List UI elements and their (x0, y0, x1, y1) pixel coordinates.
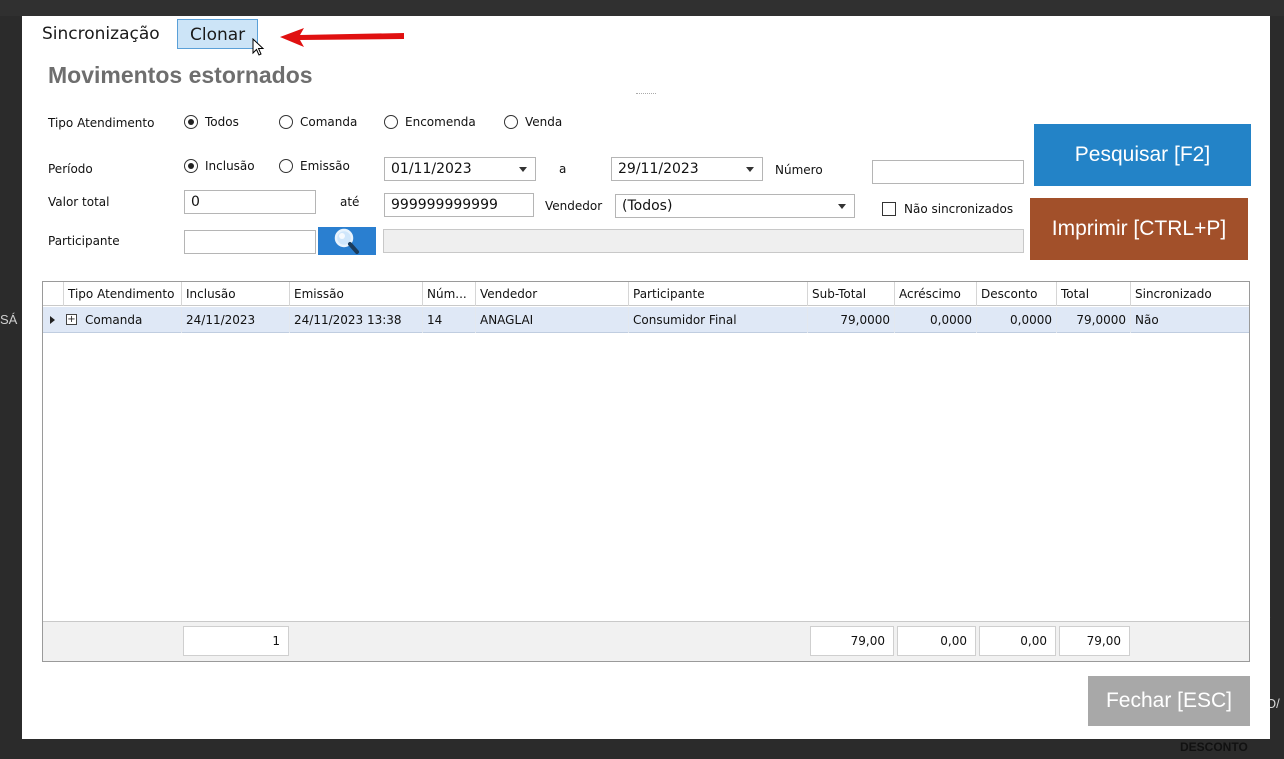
footer-count: 1 (183, 626, 289, 656)
tipo-atendimento-label: Tipo Atendimento (48, 116, 155, 130)
date-from-value: 01/11/2023 (391, 161, 472, 177)
valor-separator: até (340, 195, 360, 209)
participante-code-input[interactable] (184, 230, 316, 254)
radio-checked-icon (184, 159, 198, 173)
column-emissao[interactable]: Emissão (290, 282, 423, 306)
table-row[interactable]: + Comanda 24/11/2023 24/11/2023 13:38 14… (43, 307, 1249, 333)
column-desconto[interactable]: Desconto (977, 282, 1057, 306)
fechar-button[interactable]: Fechar [ESC] (1088, 676, 1250, 726)
cell-participante: Consumidor Final (629, 307, 808, 333)
grid-footer: 1 79,00 0,00 0,00 79,00 (43, 621, 1249, 661)
annotation-arrow-icon (280, 28, 404, 47)
footer-acrescimo: 0,00 (897, 626, 976, 656)
nao-sincronizados-label: Não sincronizados (904, 202, 1014, 216)
radio-unchecked-icon (279, 159, 293, 173)
menubar: Sincronização Clonar (22, 16, 1270, 52)
results-grid: Tipo Atendimento Inclusão Emissão Núm...… (42, 281, 1250, 662)
page-title: Movimentos estornados (48, 62, 313, 88)
column-acrescimo[interactable]: Acréscimo (895, 282, 977, 306)
chevron-down-icon[interactable] (746, 167, 754, 172)
pesquisar-button[interactable]: Pesquisar [F2] (1034, 124, 1251, 186)
background-top-bar (0, 0, 1284, 16)
cell-total: 79,0000 (1057, 307, 1131, 333)
mouse-cursor-icon (252, 38, 265, 56)
expand-plus-icon[interactable]: + (66, 314, 77, 325)
menu-clonar[interactable]: Clonar (177, 19, 259, 49)
footer-total: 79,00 (1059, 626, 1130, 656)
cell-subtotal: 79,0000 (808, 307, 895, 333)
radio-encomenda-label: Encomenda (405, 115, 476, 129)
radio-inclusao[interactable]: Inclusão (184, 159, 255, 173)
column-total[interactable]: Total (1057, 282, 1131, 306)
vendedor-label: Vendedor (545, 199, 603, 213)
radio-unchecked-icon (384, 115, 398, 129)
chevron-down-icon[interactable] (519, 167, 527, 172)
cell-sincronizado: Não (1135, 313, 1159, 327)
chevron-down-icon[interactable] (838, 204, 846, 209)
vendedor-value: (Todos) (622, 198, 673, 214)
menu-sincronizacao[interactable]: Sincronização (30, 19, 172, 49)
cell-inclusao: 24/11/2023 (182, 307, 290, 333)
radio-emissao[interactable]: Emissão (279, 159, 350, 173)
column-subtotal[interactable]: Sub-Total (808, 282, 895, 306)
radio-venda-label: Venda (525, 115, 563, 129)
grid-header-indicator (43, 282, 64, 306)
magnifier-icon (334, 228, 359, 254)
date-separator: a (559, 162, 567, 176)
imprimir-button[interactable]: Imprimir [CTRL+P] (1030, 198, 1248, 260)
radio-comanda[interactable]: Comanda (279, 115, 357, 129)
valor-total-label: Valor total (48, 195, 110, 209)
background-desconto-label: DESCONTO (1180, 740, 1248, 754)
cell-numero: 14 (423, 307, 476, 333)
footer-desconto: 0,00 (979, 626, 1056, 656)
column-participante[interactable]: Participante (629, 282, 808, 306)
column-vendedor[interactable]: Vendedor (476, 282, 629, 306)
date-to-picker[interactable]: 29/11/2023 (611, 157, 763, 181)
radio-todos[interactable]: Todos (184, 115, 239, 129)
periodo-label: Período (48, 162, 93, 176)
date-to-value: 29/11/2023 (618, 161, 699, 177)
cell-tipo: Comanda (81, 307, 182, 333)
radio-unchecked-icon (279, 115, 293, 129)
numero-input[interactable] (872, 160, 1024, 184)
nao-sincronizados-checkbox[interactable]: Não sincronizados (882, 202, 1013, 216)
column-sincronizado[interactable]: Sincronizado (1131, 282, 1249, 306)
column-tipo-atendimento[interactable]: Tipo Atendimento (64, 282, 182, 306)
column-inclusao[interactable]: Inclusão (182, 282, 290, 306)
footer-subtotal: 79,00 (810, 626, 894, 656)
valor-to-input[interactable]: 999999999999 (384, 193, 534, 217)
radio-unchecked-icon (504, 115, 518, 129)
radio-checked-icon (184, 115, 198, 129)
background-left-fragment: SÁ (0, 312, 18, 327)
checkbox-unchecked-icon (882, 202, 896, 216)
cell-acrescimo: 0,0000 (895, 307, 977, 333)
column-numero[interactable]: Núm... (423, 282, 476, 306)
date-from-picker[interactable]: 01/11/2023 (384, 157, 536, 181)
vendedor-select[interactable]: (Todos) (615, 194, 855, 218)
radio-venda[interactable]: Venda (504, 115, 562, 129)
radio-emissao-label: Emissão (300, 159, 350, 173)
participante-search-button[interactable] (318, 227, 376, 255)
radio-inclusao-label: Inclusão (205, 159, 255, 173)
cell-emissao: 24/11/2023 13:38 (290, 307, 423, 333)
resize-grip[interactable] (636, 93, 656, 95)
radio-encomenda[interactable]: Encomenda (384, 115, 476, 129)
grid-header: Tipo Atendimento Inclusão Emissão Núm...… (43, 282, 1249, 306)
participante-label: Participante (48, 234, 120, 248)
movimentos-estornados-dialog: Sincronização Clonar Movimentos estornad… (22, 16, 1270, 739)
radio-todos-label: Todos (205, 115, 239, 129)
numero-label: Número (775, 163, 823, 177)
cell-vendedor: ANAGLAI (476, 307, 629, 333)
cell-desconto: 0,0000 (977, 307, 1057, 333)
valor-from-input[interactable]: 0 (184, 190, 316, 214)
participante-name-field (383, 229, 1024, 253)
row-indicator-icon (50, 316, 55, 324)
radio-comanda-label: Comanda (300, 115, 358, 129)
